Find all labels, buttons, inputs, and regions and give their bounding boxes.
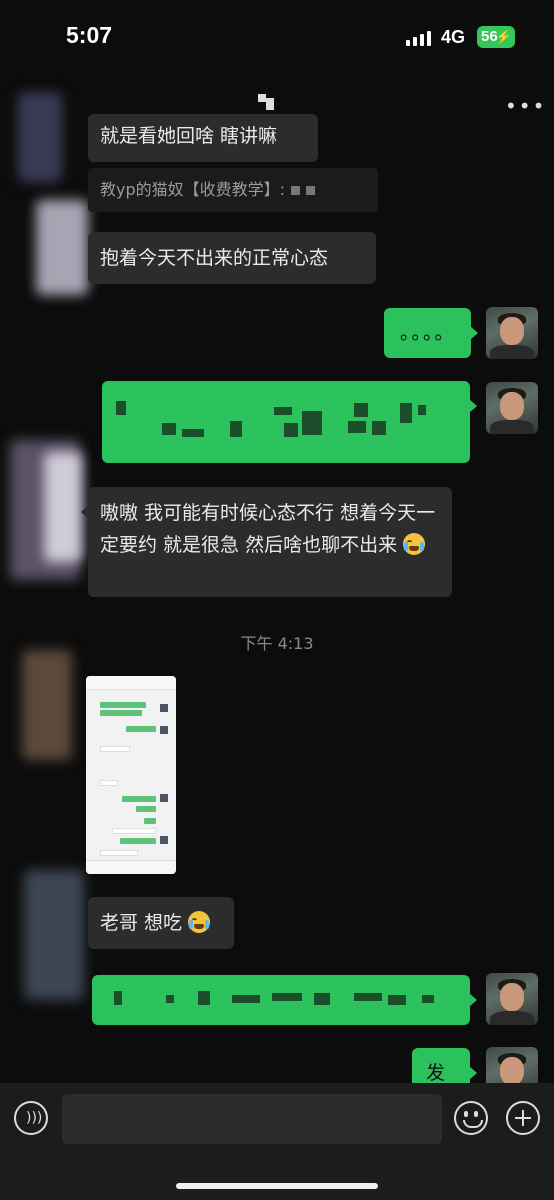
mosaic-block xyxy=(418,405,426,415)
crying-emoji-icon xyxy=(188,911,211,933)
message-text: 抱着今天不出来的正常心态 xyxy=(100,247,329,269)
contact-avatar[interactable] xyxy=(36,200,88,295)
mosaic-block xyxy=(291,186,301,195)
mosaic-block xyxy=(230,421,242,437)
mosaic-block xyxy=(400,403,412,423)
contact-avatar[interactable] xyxy=(18,92,62,182)
mosaic-block xyxy=(232,995,260,1003)
mosaic-block xyxy=(314,993,330,1005)
mosaic-block xyxy=(372,421,386,435)
mosaic-block xyxy=(166,995,174,1003)
home-indicator[interactable] xyxy=(176,1183,378,1189)
message-text: 老哥 想吃 xyxy=(100,912,183,934)
more-dots-icon[interactable]: ••• xyxy=(505,94,546,118)
mosaic-block xyxy=(302,411,322,435)
outgoing-message[interactable]: 。。。。 xyxy=(384,308,478,358)
outgoing-message-redacted[interactable] xyxy=(102,381,477,463)
incoming-message[interactable]: 就是看她回啥 瞎讲嘛 xyxy=(88,114,318,162)
my-avatar[interactable] xyxy=(486,307,538,359)
mosaic-block xyxy=(274,407,292,415)
voice-icon[interactable]: ))) xyxy=(14,1101,48,1135)
outgoing-message-redacted[interactable] xyxy=(92,975,477,1025)
mosaic-block xyxy=(162,423,176,435)
mosaic-block xyxy=(354,993,382,1001)
message-text: 发 xyxy=(426,1062,446,1084)
incoming-message[interactable]: 抱着今天不出来的正常心态 xyxy=(88,232,376,284)
mosaic-block xyxy=(182,429,204,437)
signal-icon xyxy=(406,30,432,46)
message-text: 嗷嗷 我可能有时候心态不行 想着今天一定要约 就是很急 然后啥也聊不出来 xyxy=(100,502,436,556)
plus-icon[interactable] xyxy=(506,1101,540,1135)
mosaic-block xyxy=(272,993,302,1001)
mosaic-block xyxy=(284,423,298,437)
clock: 5:07 xyxy=(66,22,113,48)
charging-icon: ⚡ xyxy=(495,29,512,44)
battery-indicator: 56 ⚡ xyxy=(477,26,515,48)
message-timestamp: 下午 4:13 xyxy=(240,634,314,653)
mosaic-block xyxy=(354,403,368,417)
contact-avatar[interactable] xyxy=(22,650,72,760)
incoming-message[interactable]: 老哥 想吃 xyxy=(88,897,234,949)
mosaic-block xyxy=(422,995,434,1003)
mosaic-block xyxy=(114,991,122,1005)
contact-avatar[interactable] xyxy=(24,870,84,1000)
quote-text: 教yp的猫奴【收费教学】: xyxy=(100,180,286,199)
network-type: 4G xyxy=(441,27,466,47)
mosaic-block xyxy=(116,401,126,415)
emoji-icon[interactable] xyxy=(454,1101,488,1135)
chat-title-mosaic xyxy=(258,94,274,110)
mosaic-block xyxy=(348,421,366,433)
message-input[interactable] xyxy=(62,1094,442,1144)
contact-avatar[interactable] xyxy=(44,452,82,562)
message-text: 就是看她回啥 瞎讲嘛 xyxy=(100,125,278,147)
image-message[interactable] xyxy=(86,676,176,874)
mosaic-block xyxy=(306,186,316,195)
mosaic-block xyxy=(388,995,406,1005)
message-text: 。。。。 xyxy=(400,322,456,344)
my-avatar[interactable] xyxy=(486,973,538,1025)
incoming-message[interactable]: 嗷嗷 我可能有时候心态不行 想着今天一定要约 就是很急 然后啥也聊不出来 xyxy=(81,487,452,597)
mosaic-block xyxy=(198,991,210,1005)
status-bar: 5:07 4G 56 ⚡ xyxy=(0,0,554,70)
my-avatar[interactable] xyxy=(486,382,538,434)
crying-emoji-icon xyxy=(403,533,426,555)
quoted-reply[interactable]: 教yp的猫奴【收费教学】: xyxy=(88,168,378,212)
